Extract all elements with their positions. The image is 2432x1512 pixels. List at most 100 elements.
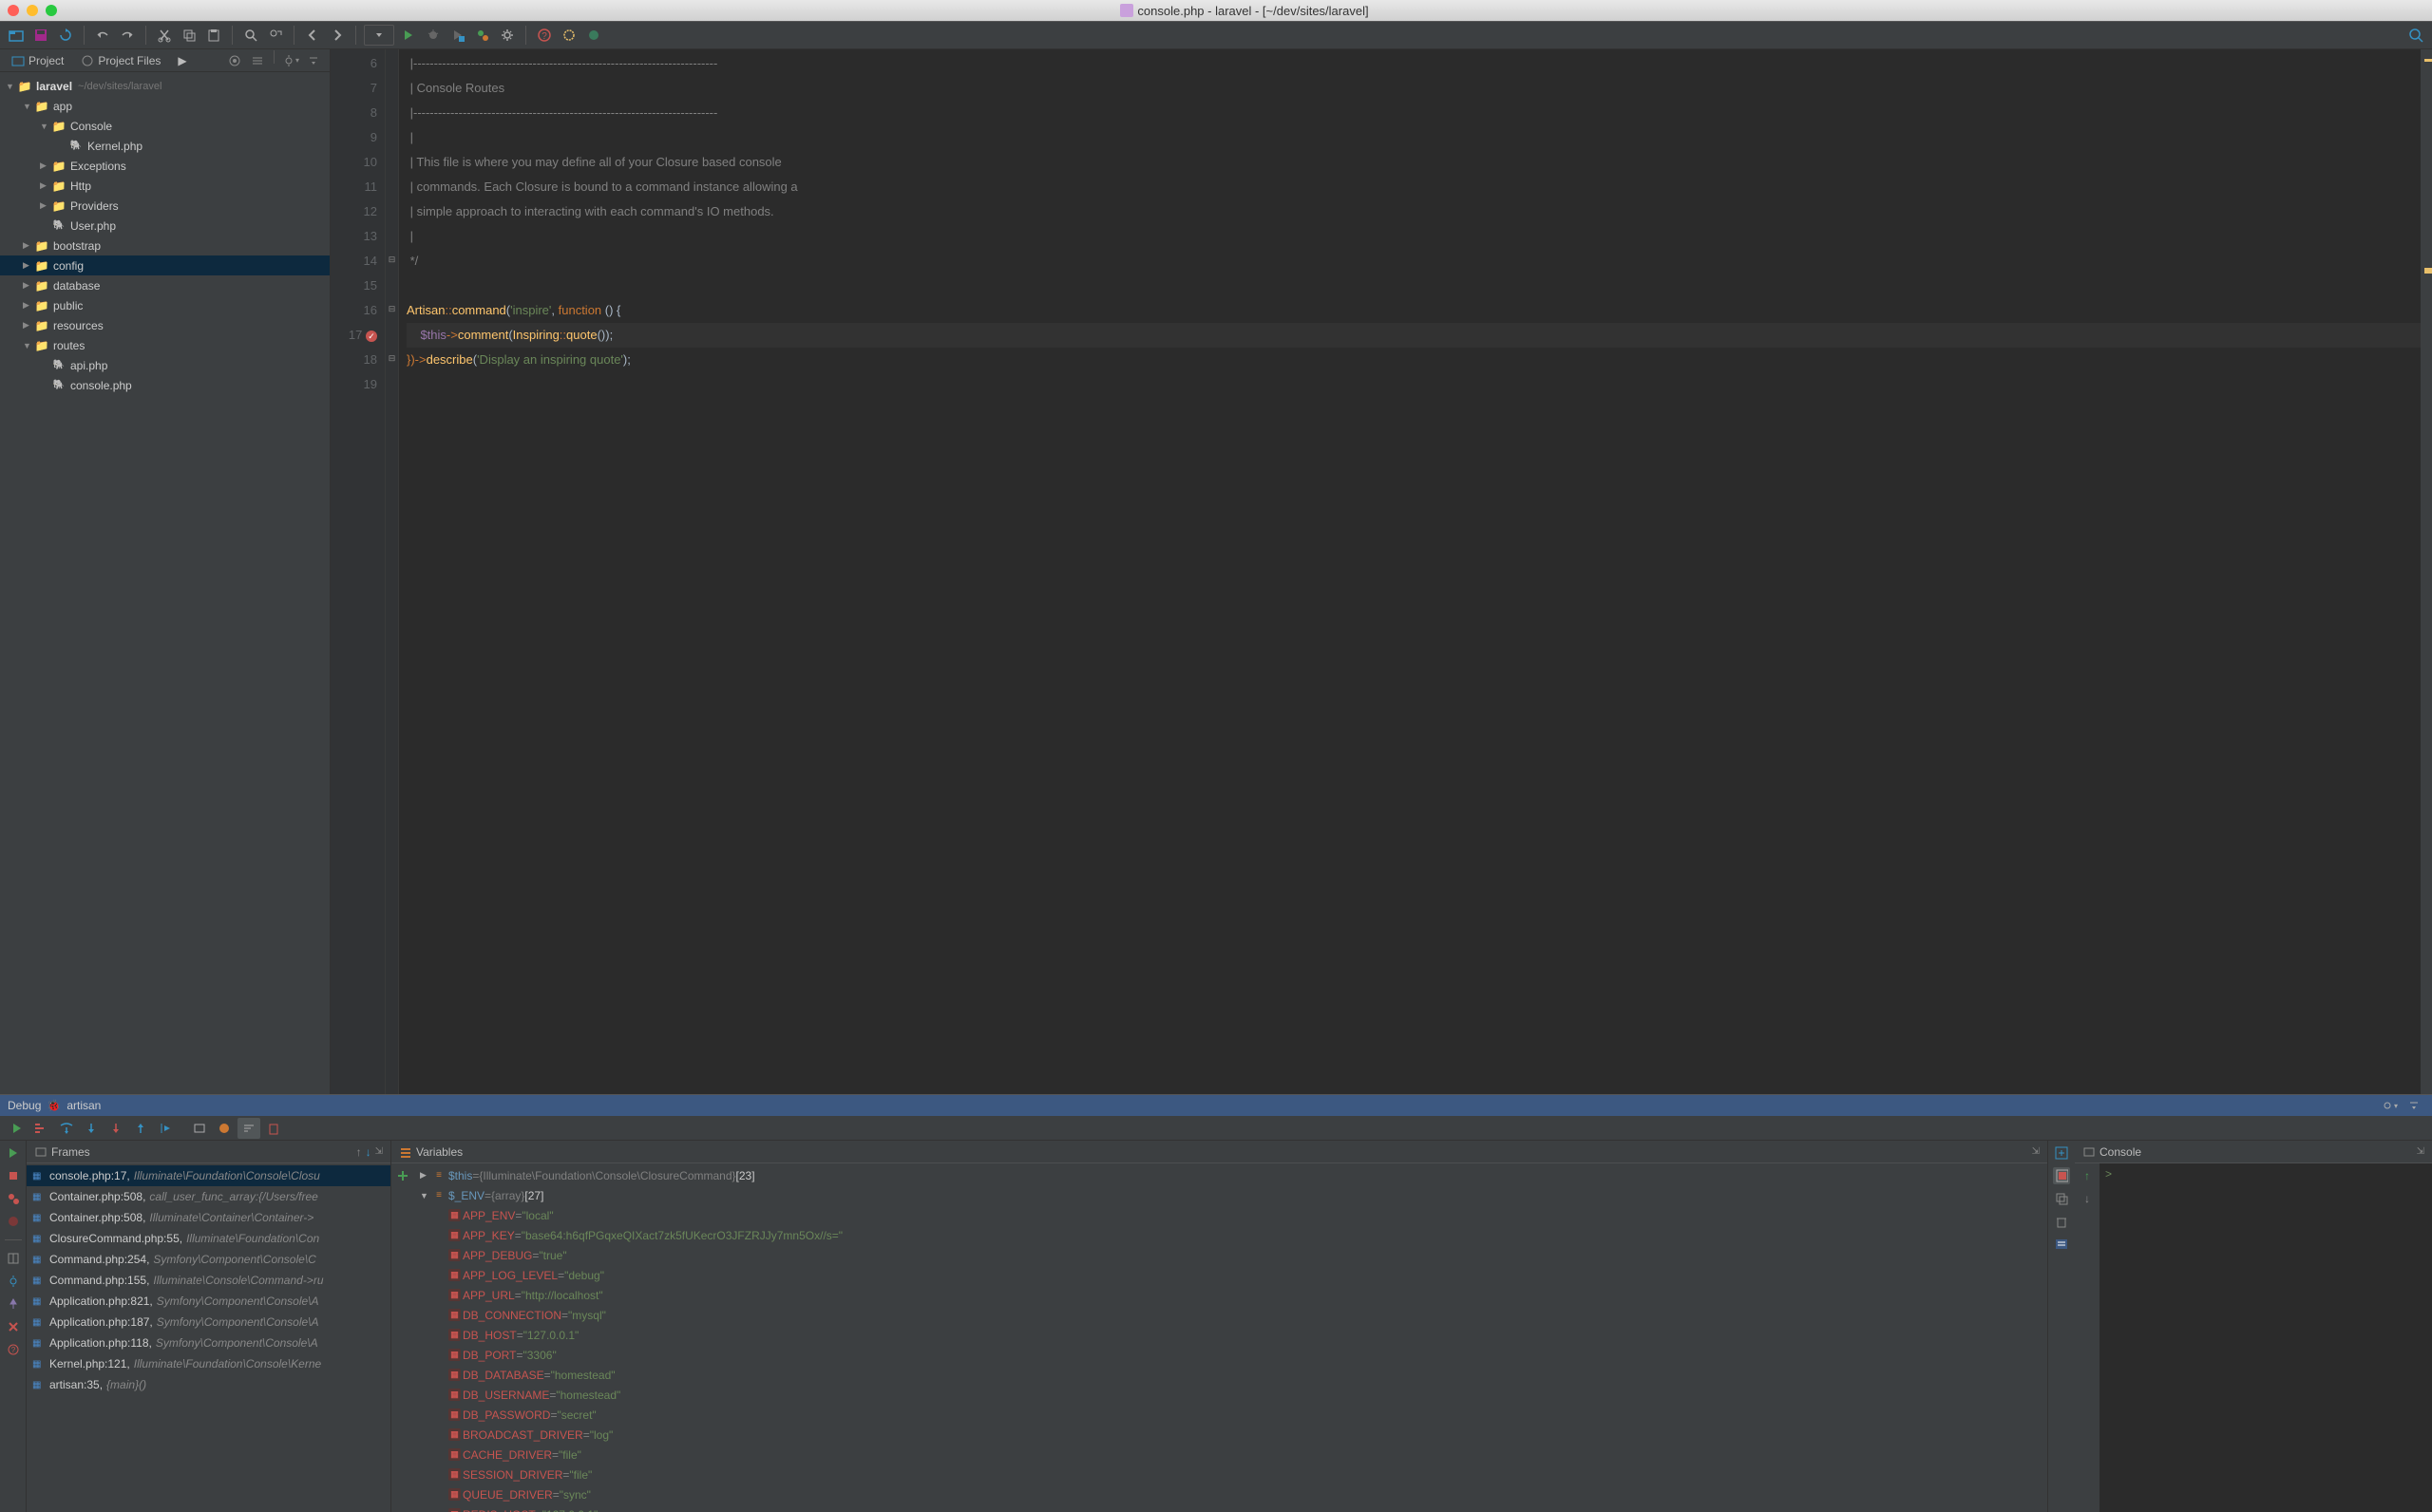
variables-tree[interactable]: ▶≡ $this = {Illuminate\Foundation\Consol… (414, 1163, 2047, 1512)
run-with-coverage-button[interactable] (447, 25, 468, 46)
console-output[interactable]: > (2100, 1163, 2432, 1512)
step-into-button[interactable] (80, 1118, 103, 1139)
tree-item-http[interactable]: ▶📁Http (0, 176, 330, 196)
tab-project[interactable]: Project (6, 52, 69, 69)
resume-button[interactable] (6, 1118, 28, 1139)
variable-leaf[interactable]: ▦ APP_LOG_LEVEL = "debug" (414, 1265, 2047, 1285)
frames-list[interactable]: ▦console.php:17, Illuminate\Foundation\C… (27, 1163, 390, 1512)
line-gutter[interactable]: 67891011121314151617 ✓1819 (331, 49, 386, 1094)
variable-leaf[interactable]: ▦ REDIS_HOST = "127.0.0.1" (414, 1504, 2047, 1512)
force-step-into-button[interactable] (104, 1118, 127, 1139)
tree-item-exceptions[interactable]: ▶📁Exceptions (0, 156, 330, 176)
tree-item-console-php[interactable]: 🐘console.php (0, 375, 330, 395)
new-watch-button[interactable] (2053, 1144, 2070, 1162)
tree-item-kernel-php[interactable]: 🐘Kernel.php (0, 136, 330, 156)
show-execution-point-button[interactable] (30, 1118, 53, 1139)
show-watches-button[interactable] (2053, 1167, 2070, 1184)
frame-row[interactable]: ▦Kernel.php:121, Illuminate\Foundation\C… (27, 1353, 390, 1374)
variable-leaf[interactable]: ▦ APP_KEY = "base64:h6qfPGqxeQIXact7zk5f… (414, 1225, 2047, 1245)
frame-row[interactable]: ▦console.php:17, Illuminate\Foundation\C… (27, 1165, 390, 1186)
editor-scrollbar[interactable] (2421, 49, 2432, 1094)
code-area[interactable]: |---------------------------------------… (399, 49, 2421, 1094)
tree-item-config[interactable]: ▶📁config (0, 255, 330, 275)
variable-leaf[interactable]: ▦ APP_DEBUG = "true" (414, 1245, 2047, 1265)
variable-leaf[interactable]: ▦ SESSION_DRIVER = "file" (414, 1465, 2047, 1484)
tree-item-bootstrap[interactable]: ▶📁bootstrap (0, 236, 330, 255)
frame-row[interactable]: ▦Application.php:118, Symfony\Component\… (27, 1332, 390, 1353)
run-config-dropdown[interactable] (364, 25, 394, 46)
variable-leaf[interactable]: ▦ BROADCAST_DRIVER = "log" (414, 1425, 2047, 1445)
sidebar-settings-button[interactable]: ▾ (280, 50, 301, 71)
toggle-watches-button[interactable] (2053, 1236, 2070, 1253)
frame-row[interactable]: ▦Application.php:821, Symfony\Component\… (27, 1291, 390, 1312)
search-icon[interactable] (2405, 25, 2426, 46)
tree-root[interactable]: ▼ 📁 laravel ~/dev/sites/laravel (0, 76, 330, 96)
step-out-button[interactable] (129, 1118, 152, 1139)
replace-button[interactable] (265, 25, 286, 46)
close-window-button[interactable] (8, 5, 19, 16)
frame-row[interactable]: ▦ClosureCommand.php:55, Illuminate\Found… (27, 1228, 390, 1249)
save-button[interactable] (30, 25, 51, 46)
tree-item-resources[interactable]: ▶📁resources (0, 315, 330, 335)
tree-item-app[interactable]: ▼📁app (0, 96, 330, 116)
debug-hide-button[interactable] (2404, 1095, 2424, 1116)
variable-leaf[interactable]: ▦ DB_USERNAME = "homestead" (414, 1385, 2047, 1405)
variable-leaf[interactable]: ▦ DB_HOST = "127.0.0.1" (414, 1325, 2047, 1345)
tree-item-providers[interactable]: ▶📁Providers (0, 196, 330, 216)
tab-project-files[interactable]: Project Files (75, 52, 166, 69)
scroll-down-button[interactable]: ↓ (2079, 1190, 2096, 1207)
frame-row[interactable]: ▦artisan:35, {main}() (27, 1374, 390, 1395)
tab-more[interactable]: ▶ (172, 52, 192, 69)
variable-row[interactable]: ▼≡ $_ENV = {array} [27] (414, 1185, 2047, 1205)
back-button[interactable] (302, 25, 323, 46)
find-button[interactable] (240, 25, 261, 46)
mute-breakpoints-button[interactable] (5, 1213, 22, 1230)
plugin-button[interactable] (559, 25, 580, 46)
warning-marker[interactable] (2424, 268, 2432, 274)
variable-leaf[interactable]: ▦ DB_CONNECTION = "mysql" (414, 1305, 2047, 1325)
step-over-button[interactable] (55, 1118, 78, 1139)
rerun-button[interactable] (5, 1144, 22, 1162)
copy-value-button[interactable] (2053, 1190, 2070, 1207)
evaluate-expression-button[interactable] (188, 1118, 211, 1139)
clear-button[interactable] (262, 1118, 285, 1139)
refresh-button[interactable] (55, 25, 76, 46)
frame-row[interactable]: ▦Command.php:155, Illuminate\Console\Com… (27, 1270, 390, 1291)
redo-button[interactable] (117, 25, 138, 46)
tree-item-database[interactable]: ▶📁database (0, 275, 330, 295)
tree-item-public[interactable]: ▶📁public (0, 295, 330, 315)
sort-variables-button[interactable] (238, 1118, 260, 1139)
project-tree[interactable]: ▼ 📁 laravel ~/dev/sites/laravel ▼📁app▼📁C… (0, 72, 330, 1094)
breakpoints-button[interactable] (5, 1190, 22, 1207)
variable-row[interactable]: ▶≡ $this = {Illuminate\Foundation\Consol… (414, 1165, 2047, 1185)
variable-leaf[interactable]: ▦ DB_PASSWORD = "secret" (414, 1405, 2047, 1425)
remove-watch-button[interactable] (2053, 1213, 2070, 1230)
debug-button[interactable] (423, 25, 444, 46)
paste-button[interactable] (203, 25, 224, 46)
help-button[interactable]: ? (534, 25, 555, 46)
settings-button[interactable] (497, 25, 518, 46)
frame-row[interactable]: ▦Command.php:254, Symfony\Component\Cons… (27, 1249, 390, 1270)
minimize-window-button[interactable] (27, 5, 38, 16)
stop-button[interactable] (5, 1167, 22, 1184)
open-button[interactable] (6, 25, 27, 46)
scroll-from-source-button[interactable] (224, 50, 245, 71)
hide-sidebar-button[interactable] (303, 50, 324, 71)
debug-help-button[interactable]: ? (5, 1341, 22, 1358)
copy-button[interactable] (179, 25, 200, 46)
close-debug-button[interactable] (5, 1318, 22, 1335)
collapse-all-button[interactable] (247, 50, 268, 71)
maximize-window-button[interactable] (46, 5, 57, 16)
layout-button[interactable] (5, 1250, 22, 1267)
undo-button[interactable] (92, 25, 113, 46)
watches-button[interactable] (213, 1118, 236, 1139)
tree-item-api-php[interactable]: 🐘api.php (0, 355, 330, 375)
variable-leaf[interactable]: ▦ CACHE_DRIVER = "file" (414, 1445, 2047, 1465)
scroll-up-button[interactable]: ↑ (2079, 1167, 2096, 1184)
run-button[interactable] (398, 25, 419, 46)
tree-item-user-php[interactable]: 🐘User.php (0, 216, 330, 236)
attach-debugger-button[interactable] (472, 25, 493, 46)
warning-marker[interactable] (2424, 59, 2432, 62)
frame-row[interactable]: ▦Application.php:187, Symfony\Component\… (27, 1312, 390, 1332)
variables-restore-button[interactable]: ⇲ (2032, 1146, 2040, 1157)
